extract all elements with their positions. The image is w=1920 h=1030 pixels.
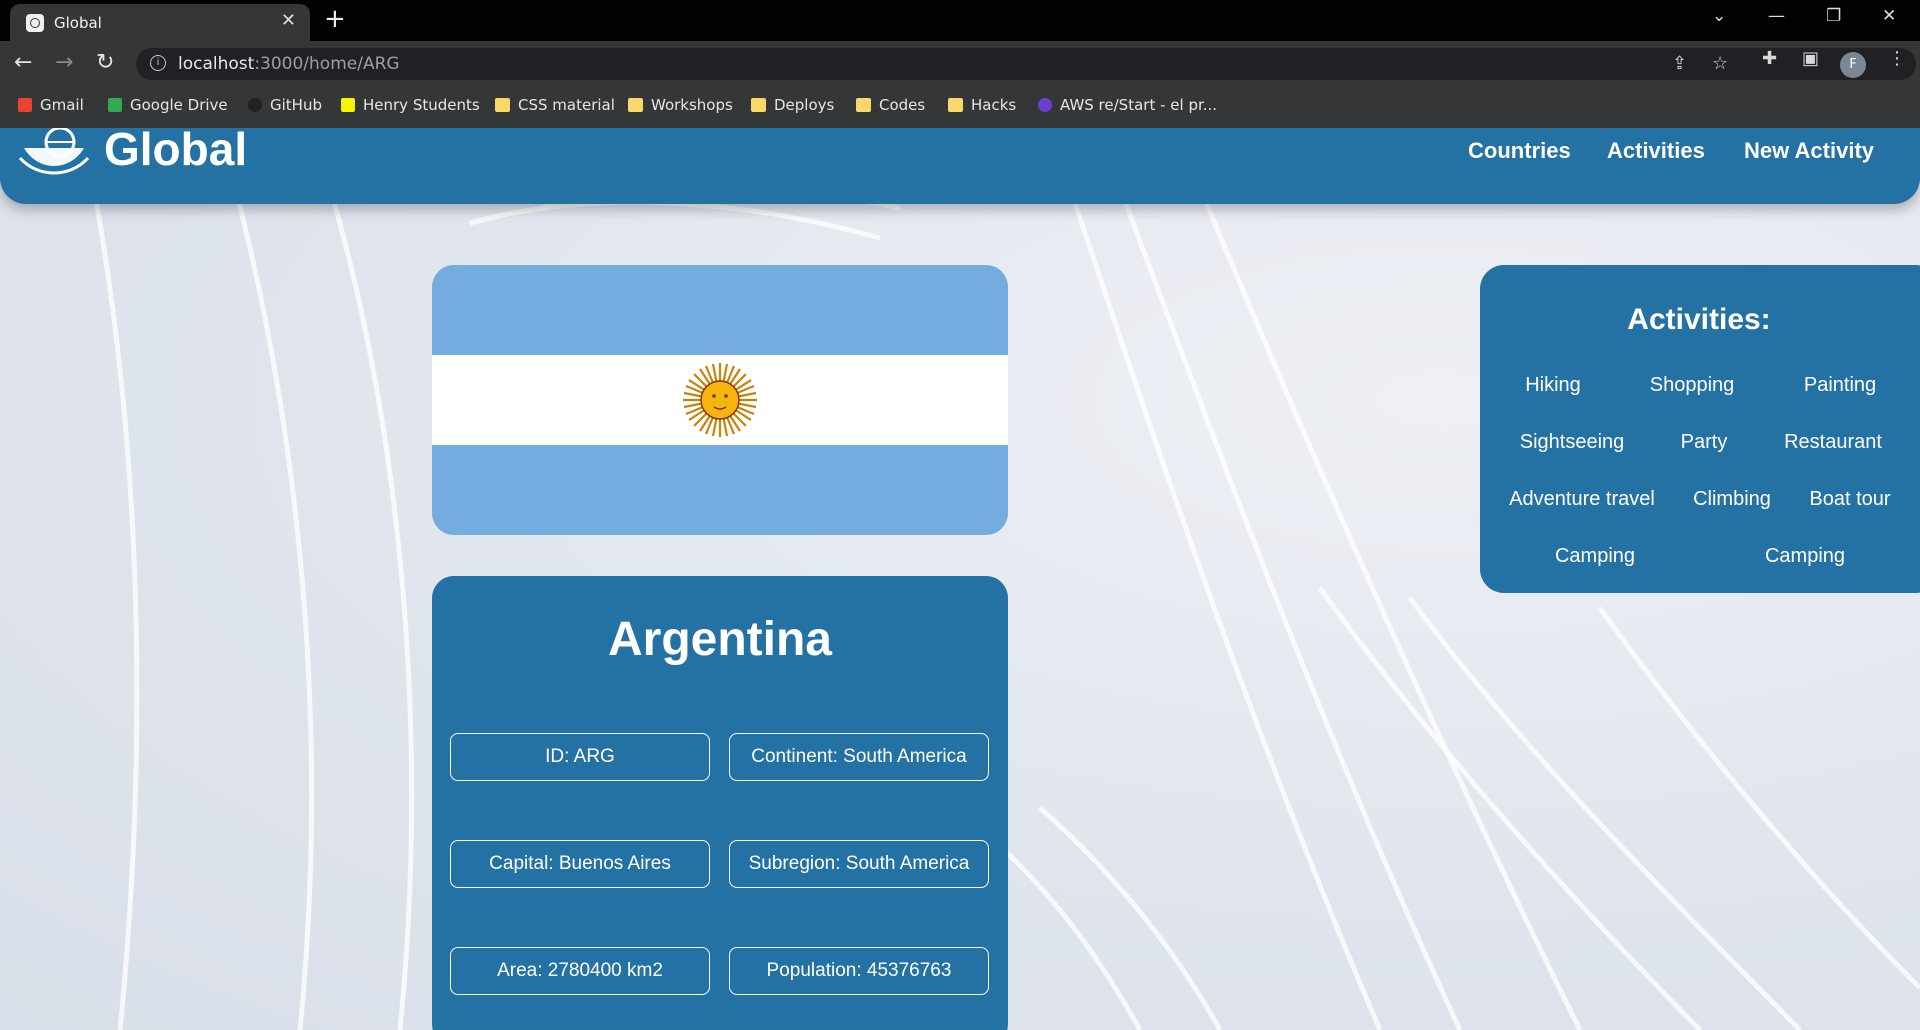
globe-favicon-icon — [26, 14, 44, 32]
restore-icon[interactable]: ❐ — [1826, 6, 1841, 26]
bookmark-hacks[interactable]: Hacks — [948, 96, 1016, 114]
activity-item[interactable]: Boat tour — [1809, 488, 1890, 511]
side-panel-icon[interactable]: ▣ — [1802, 48, 1819, 69]
bookmark-label: Gmail — [40, 96, 84, 114]
activities-panel: Activities: Hiking Shopping Painting Sig… — [1480, 265, 1920, 593]
country-detail-card: Argentina ID: ARG Continent: South Ameri… — [432, 576, 1008, 1030]
url-host: localhost — [178, 54, 255, 74]
country-id-field: ID: ARG — [450, 733, 710, 781]
bookmark-codes[interactable]: Codes — [856, 96, 925, 114]
bookmark-label: Google Drive — [130, 96, 228, 114]
gmail-icon — [18, 98, 32, 112]
bookmark-workshops[interactable]: Workshops — [628, 96, 733, 114]
activity-item[interactable]: Restaurant — [1784, 431, 1882, 454]
bookmark-star-icon[interactable]: ☆ — [1712, 53, 1728, 74]
henry-icon — [341, 98, 355, 112]
bookmark-label: Codes — [879, 96, 926, 114]
bookmark-henry-students[interactable]: Henry Students — [341, 96, 480, 114]
aws-icon — [1038, 98, 1052, 112]
country-flag — [432, 265, 1008, 535]
country-capital-field: Capital: Buenos Aires — [450, 840, 710, 888]
share-icon[interactable]: ⇪ — [1672, 53, 1687, 74]
browser-tab-strip: Global ✕ + ⌄ — ❐ ✕ — [0, 0, 1920, 41]
site-logo-text[interactable]: Global — [104, 128, 247, 176]
activities-title: Activities: — [1627, 303, 1771, 336]
bookmark-label: CSS material — [518, 96, 615, 114]
profile-avatar[interactable]: F — [1840, 52, 1866, 78]
bookmark-gmail[interactable]: Gmail — [18, 96, 84, 114]
sun-of-may-icon — [683, 363, 757, 437]
nav-countries-link[interactable]: Countries — [1468, 138, 1571, 164]
bookmark-label: Hacks — [971, 96, 1017, 114]
folder-icon — [751, 98, 766, 112]
google-drive-icon — [108, 98, 122, 112]
nav-new-activity-link[interactable]: New Activity — [1744, 138, 1874, 164]
tab-search-icon[interactable]: ⌄ — [1712, 6, 1726, 26]
github-icon — [248, 98, 262, 112]
flag-top-band — [432, 265, 1008, 355]
activity-item[interactable]: Camping — [1765, 545, 1845, 568]
bookmarks-bar: Gmail Google Drive GitHub Henry Students… — [0, 87, 1920, 128]
address-bar[interactable]: i localhost:3000/home/ARG ⇪ ☆ — [136, 48, 1916, 80]
bookmark-label: GitHub — [270, 96, 322, 114]
folder-icon — [948, 98, 963, 112]
activity-item[interactable]: Sightseeing — [1520, 431, 1625, 454]
folder-icon — [495, 98, 510, 112]
activity-item[interactable]: Climbing — [1693, 488, 1771, 511]
bookmark-css-material[interactable]: CSS material — [495, 96, 615, 114]
activity-item[interactable]: Camping — [1555, 545, 1635, 568]
extensions-icon[interactable]: ✚ — [1762, 48, 1777, 69]
nav-activities-link[interactable]: Activities — [1607, 138, 1705, 164]
menu-icon[interactable]: ⋮ — [1888, 48, 1906, 69]
bookmark-label: Workshops — [651, 96, 733, 114]
minimize-icon[interactable]: — — [1768, 6, 1785, 26]
country-subregion-field: Subregion: South America — [729, 840, 989, 888]
country-population-field: Population: 45376763 — [729, 947, 989, 995]
url-path: :3000/home/ARG — [254, 54, 400, 74]
activity-item[interactable]: Hiking — [1525, 374, 1581, 397]
country-continent-field: Continent: South America — [729, 733, 989, 781]
reload-icon[interactable]: ↻ — [96, 50, 114, 75]
close-tab-icon[interactable]: ✕ — [281, 10, 296, 31]
globe-logo-icon[interactable] — [18, 128, 90, 176]
bookmark-label: AWS re/Start - el pr... — [1060, 96, 1218, 114]
activity-item[interactable]: Adventure travel — [1509, 488, 1655, 511]
back-icon[interactable]: ← — [14, 50, 32, 75]
tab-title: Global — [54, 14, 102, 32]
browser-tab[interactable]: Global ✕ — [10, 4, 310, 41]
bookmark-github[interactable]: GitHub — [248, 96, 322, 114]
bookmark-label: Henry Students — [363, 96, 480, 114]
bookmark-google-drive[interactable]: Google Drive — [108, 96, 228, 114]
url-text: localhost:3000/home/ARG — [178, 54, 400, 74]
activity-item[interactable]: Painting — [1804, 374, 1876, 397]
browser-toolbar: ← → ↻ i localhost:3000/home/ARG ⇪ ☆ — [0, 41, 1920, 87]
flag-bottom-band — [432, 445, 1008, 535]
forward-icon[interactable]: → — [55, 50, 73, 75]
folder-icon — [856, 98, 871, 112]
bookmark-deploys[interactable]: Deploys — [751, 96, 834, 114]
country-area-field: Area: 2780400 km2 — [450, 947, 710, 995]
bookmark-label: Deploys — [774, 96, 835, 114]
site-header: Global Countries Activities New Activity — [0, 128, 1920, 204]
bookmark-aws-restart[interactable]: AWS re/Start - el pr... — [1038, 96, 1217, 114]
activity-item[interactable]: Shopping — [1650, 374, 1735, 397]
page-viewport: Global Countries Activities New Activity — [0, 128, 1920, 1030]
activity-item[interactable]: Party — [1681, 431, 1728, 454]
close-window-icon[interactable]: ✕ — [1882, 6, 1896, 26]
new-tab-button[interactable]: + — [324, 4, 346, 34]
site-info-icon[interactable]: i — [150, 55, 166, 71]
folder-icon — [628, 98, 643, 112]
country-name: Argentina — [607, 613, 832, 666]
